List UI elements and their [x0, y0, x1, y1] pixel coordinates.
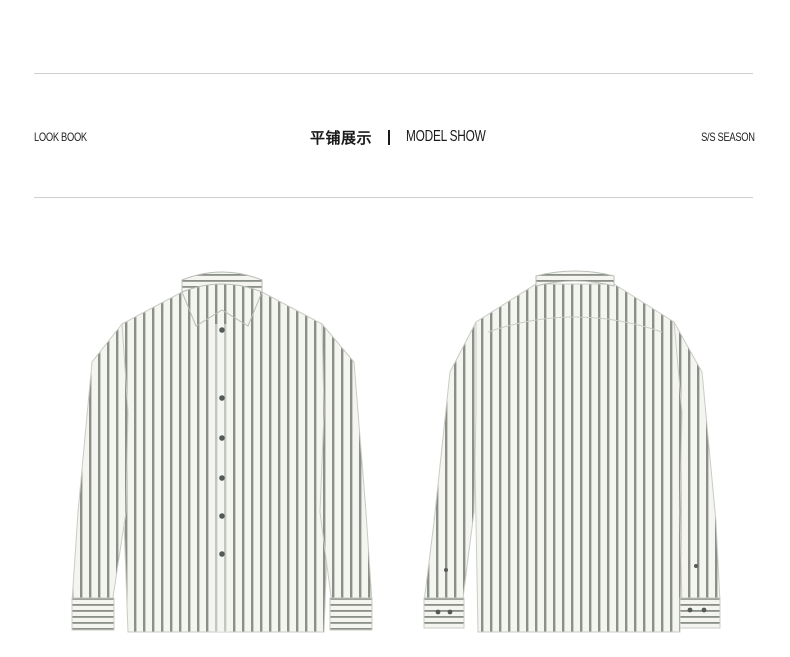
shirt-front-image [62, 262, 382, 642]
lookbook-label: LOOK BOOK [34, 130, 87, 144]
title-separator [388, 129, 391, 145]
season-label: S/S SEASON [701, 130, 755, 144]
title-chinese: 平铺展示 [310, 128, 373, 147]
shirt-front-icon [71, 271, 373, 633]
section-header: LOOK BOOK 平铺展示 MODEL SHOW S/S SEASON [34, 124, 755, 150]
shirt-back-image [418, 262, 738, 642]
title-english: MODEL SHOW [406, 128, 486, 145]
shirt-back-icon [423, 270, 721, 633]
top-divider-line [34, 73, 753, 74]
bottom-divider-line [34, 197, 753, 198]
section-title: 平铺展示 MODEL SHOW [310, 126, 514, 148]
